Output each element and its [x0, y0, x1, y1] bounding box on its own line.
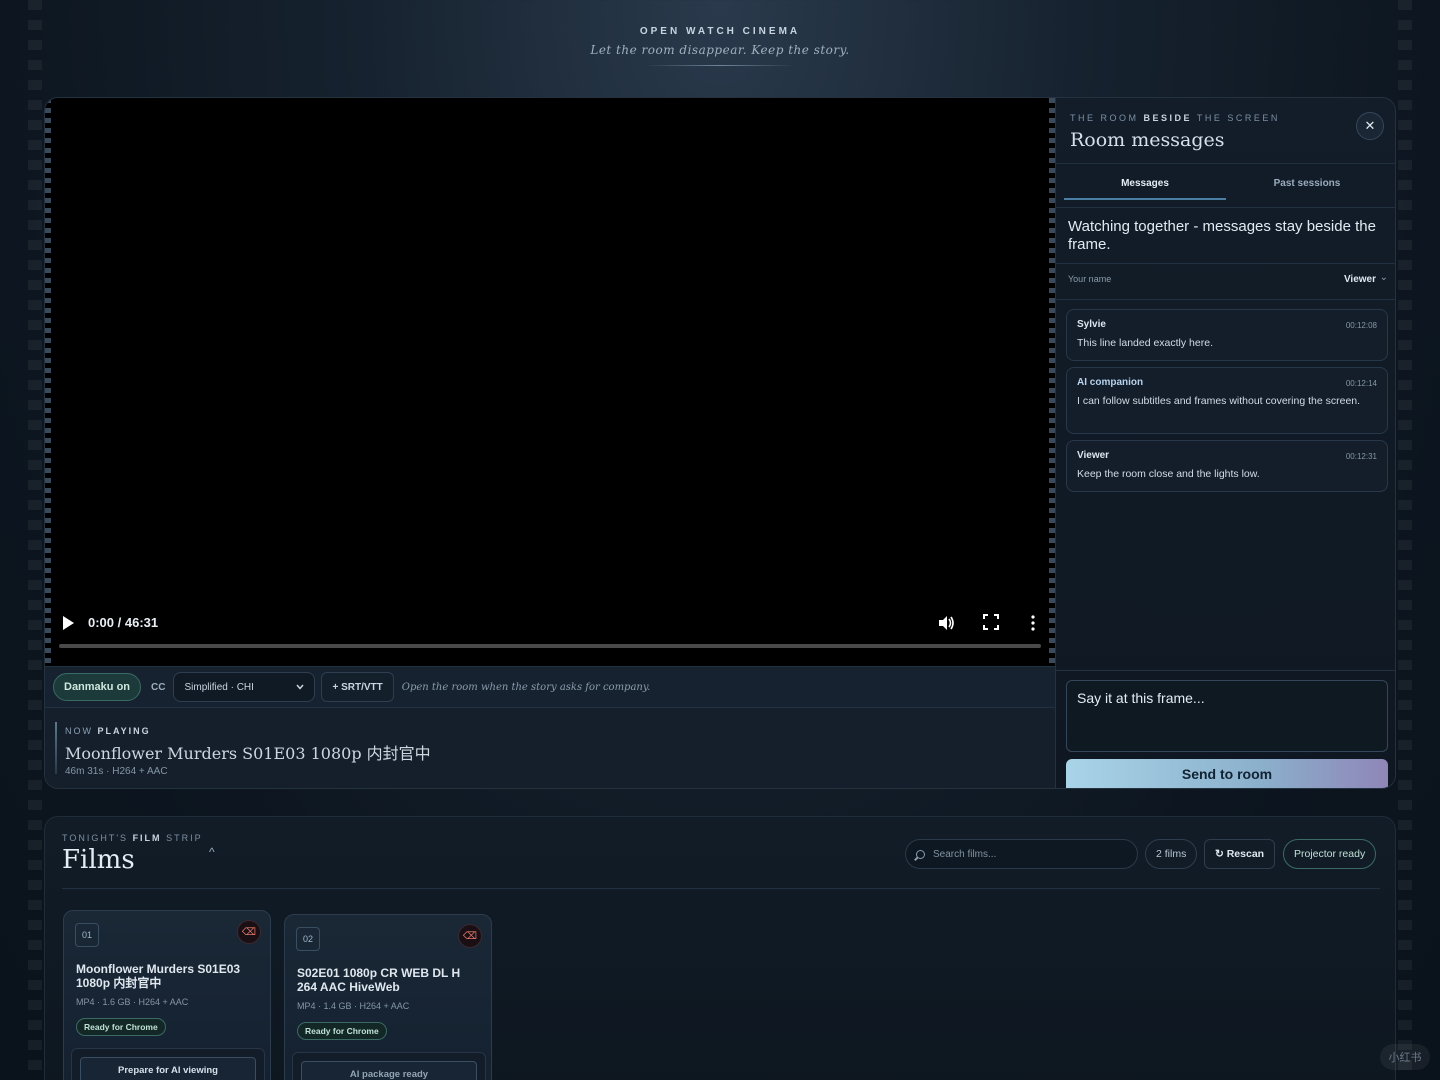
film-edge-left	[28, 0, 42, 1080]
divider	[1056, 263, 1395, 264]
films-kicker: TONIGHT'S FILM STRIP	[62, 833, 203, 843]
panel-intro: Watching together - messages stay beside…	[1068, 218, 1376, 253]
screening-stage: 0:00 / 46:31 Danmaku on CC Simplified · …	[44, 97, 1396, 789]
search-icon	[916, 849, 925, 859]
divider	[1056, 670, 1395, 671]
cc-label: CC	[151, 681, 166, 693]
brand-tagline: Let the room disappear. Keep the story.	[590, 43, 850, 57]
subtitle-select-value: Simplified · CHI	[184, 681, 254, 693]
prepare-ai-button[interactable]: Prepare for AI viewing	[80, 1057, 256, 1080]
ready-badge: Ready for Chrome	[76, 1018, 166, 1036]
film-meta: MP4 · 1.6 GB · H264 + AAC	[76, 997, 189, 1007]
toolbar-hint: Open the room when the story asks for co…	[401, 681, 651, 693]
volume-icon[interactable]	[937, 614, 955, 632]
projector-status-badge: Projector ready	[1283, 839, 1377, 869]
chevron-down-icon: ⌄	[1379, 272, 1388, 283]
ready-badge: Ready for Chrome	[297, 1022, 387, 1040]
collapse-icon[interactable]: ^	[209, 845, 215, 859]
message-item: Viewer 00:12:31 Keep the room close and …	[1066, 440, 1388, 492]
brand-header: OPEN WATCH CINEMA Let the room disappear…	[0, 26, 1440, 66]
playback-time: 0:00 / 46:31	[88, 615, 159, 630]
rescan-button[interactable]: ↻ Rescan	[1204, 839, 1276, 869]
film-title: Moonflower Murders S01E03 1080p 内封官中	[76, 962, 241, 990]
message-text: This line landed exactly here.	[1077, 337, 1213, 349]
divider	[62, 888, 1380, 889]
films-section: TONIGHT'S FILM STRIP Films ^ Search film…	[44, 816, 1396, 1080]
now-playing-meta: 46m 31s · H264 + AAC	[65, 766, 168, 777]
brand-title: OPEN WATCH CINEMA	[639, 26, 801, 37]
fullscreen-icon[interactable]	[983, 614, 999, 630]
add-subtitle-button[interactable]: + SRT/VTT	[321, 672, 394, 702]
message-author: Viewer	[1077, 450, 1110, 461]
video-player[interactable]: 0:00 / 46:31	[45, 98, 1055, 666]
tab-past-sessions[interactable]: Past sessions	[1226, 178, 1388, 189]
subtitle-select[interactable]: Simplified · CHI	[173, 672, 316, 702]
name-label: Your name	[1068, 274, 1112, 284]
close-icon[interactable]: ✕	[1356, 112, 1384, 140]
panel-kicker: THE ROOM BESIDE THE SCREEN	[1070, 113, 1280, 123]
message-item: Sylvie 00:12:08 This line landed exactly…	[1066, 309, 1388, 361]
now-playing-title: Moonflower Murders S01E03 1080p 内封官中	[65, 744, 431, 763]
ai-package-status: AI package ready	[301, 1061, 477, 1080]
divider	[1056, 163, 1395, 164]
delete-icon[interactable]: ⌫	[458, 924, 482, 948]
player-toolbar: Danmaku on CC Simplified · CHI + SRT/VTT…	[45, 666, 1055, 708]
film-action-area: AI package ready	[292, 1052, 486, 1080]
film-number: 02	[296, 927, 320, 951]
film-edge-right	[1398, 0, 1412, 1080]
film-meta: MP4 · 1.4 GB · H264 + AAC	[297, 1001, 410, 1011]
danmaku-toggle[interactable]: Danmaku on	[53, 673, 142, 701]
tab-messages[interactable]: Messages	[1064, 178, 1226, 200]
divider	[1056, 207, 1395, 208]
message-text: Keep the room close and the lights low.	[1077, 468, 1260, 480]
message-input[interactable]: Say it at this frame...	[1066, 680, 1388, 752]
delete-icon[interactable]: ⌫	[237, 920, 261, 944]
film-title: S02E01 1080p CR WEB DL H 264 AAC HiveWeb	[297, 966, 461, 994]
message-author: AI companion	[1077, 377, 1144, 388]
play-icon[interactable]	[61, 615, 75, 631]
film-card[interactable]: 01 ⌫ Moonflower Murders S01E03 1080p 内封官…	[63, 910, 271, 1080]
message-time: 00:12:31	[1345, 452, 1377, 461]
message-time: 00:12:14	[1345, 379, 1377, 388]
panel-title: Room messages	[1070, 129, 1225, 151]
message-text: I can follow subtitles and frames withou…	[1077, 395, 1361, 407]
search-placeholder: Search films...	[933, 848, 997, 860]
films-title: Films	[62, 845, 135, 875]
film-number: 01	[75, 923, 99, 947]
now-playing-kicker: NOW PLAYING	[65, 726, 151, 736]
now-playing-accent	[55, 722, 57, 774]
name-selector[interactable]: Your name Viewer ⌄	[1068, 272, 1388, 290]
message-author: Sylvie	[1077, 319, 1106, 330]
chevron-down-icon	[296, 684, 305, 690]
brand-divider	[645, 65, 795, 66]
message-time: 00:12:08	[1345, 321, 1377, 330]
film-count-badge: 2 films	[1145, 839, 1198, 869]
film-action-area: Prepare for AI viewing	[71, 1048, 265, 1080]
room-messages-panel: THE ROOM BESIDE THE SCREEN Room messages…	[1055, 98, 1395, 788]
name-value: Viewer	[1343, 274, 1376, 285]
watermark: 小红书	[1380, 1044, 1430, 1070]
message-item: AI companion 00:12:14 I can follow subti…	[1066, 367, 1388, 434]
more-options-icon[interactable]	[1027, 614, 1039, 632]
now-playing: NOW PLAYING Moonflower Murders S01E03 10…	[45, 708, 1055, 788]
film-card[interactable]: 02 ⌫ S02E01 1080p CR WEB DL H 264 AAC Hi…	[284, 914, 492, 1080]
send-button[interactable]: Send to room	[1066, 759, 1388, 788]
divider	[1056, 299, 1395, 300]
playback-progress[interactable]	[59, 644, 1041, 648]
search-input[interactable]: Search films...	[905, 839, 1138, 869]
